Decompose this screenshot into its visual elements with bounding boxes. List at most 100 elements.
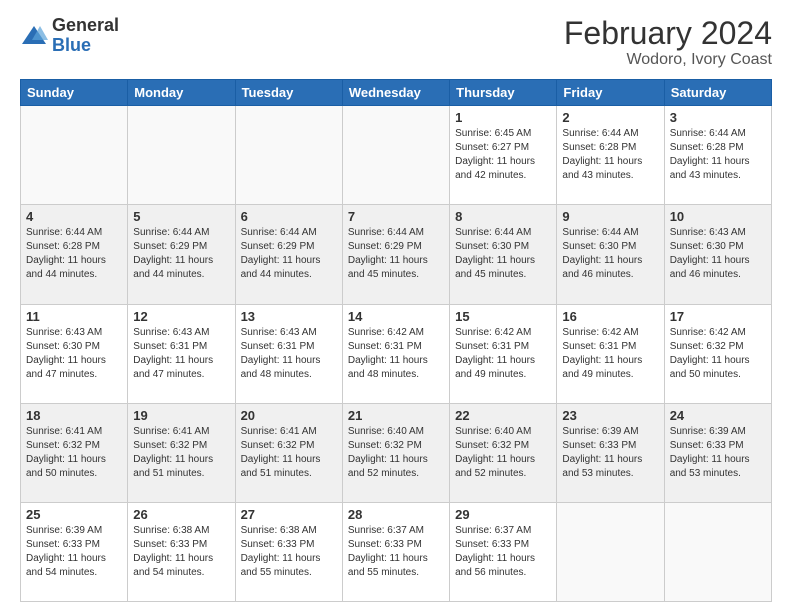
day-number: 25 (26, 507, 122, 522)
day-info: Sunrise: 6:43 AMSunset: 6:31 PMDaylight:… (133, 326, 229, 382)
day-header-tuesday: Tuesday (235, 80, 342, 106)
main-title: February 2024 (564, 16, 772, 51)
day-info: Sunrise: 6:44 AMSunset: 6:28 PMDaylight:… (670, 127, 766, 183)
day-header-monday: Monday (128, 80, 235, 106)
day-number: 26 (133, 507, 229, 522)
calendar-cell: 27 Sunrise: 6:38 AMSunset: 6:33 PMDayligh… (235, 502, 342, 601)
day-number: 20 (241, 408, 337, 423)
day-header-saturday: Saturday (664, 80, 771, 106)
day-header-wednesday: Wednesday (342, 80, 449, 106)
calendar-cell: 2Sunrise: 6:44 AMSunset: 6:28 PMDaylight… (557, 106, 664, 205)
day-number: 29 (455, 507, 551, 522)
day-number: 13 (241, 309, 337, 324)
calendar-cell: 28 Sunrise: 6:37 AMSunset: 6:33 PMDayligh… (342, 502, 449, 601)
day-info: Sunrise: 6:38 AMSunset: 6:33 PMDaylight:… (133, 524, 229, 580)
day-number: 15 (455, 309, 551, 324)
day-number: 1 (455, 110, 551, 125)
calendar-cell: 20Sunrise: 6:41 AMSunset: 6:32 PMDayligh… (235, 403, 342, 502)
day-info: Sunrise: 6:40 AMSunset: 6:32 PMDaylight:… (348, 425, 444, 481)
calendar-cell: 3 Sunrise: 6:44 AMSunset: 6:28 PMDaylight… (664, 106, 771, 205)
day-info: Sunrise: 6:42 AMSunset: 6:31 PMDaylight:… (348, 326, 444, 382)
day-info: Sunrise: 6:44 AMSunset: 6:30 PMDaylight:… (562, 226, 658, 282)
header: General Blue February 2024 Wodoro, Ivory… (20, 16, 772, 69)
day-number: 12 (133, 309, 229, 324)
calendar-week-row: 25 Sunrise: 6:39 AMSunset: 6:33 PMDayligh… (21, 502, 772, 601)
calendar-week-row: 4 Sunrise: 6:44 AMSunset: 6:28 PMDaylight… (21, 205, 772, 304)
day-info: Sunrise: 6:40 AMSunset: 6:32 PMDaylight:… (455, 425, 551, 481)
day-number: 14 (348, 309, 444, 324)
calendar-cell (235, 106, 342, 205)
day-info: Sunrise: 6:39 AMSunset: 6:33 PMDaylight:… (26, 524, 122, 580)
day-info: Sunrise: 6:43 AMSunset: 6:30 PMDaylight:… (26, 326, 122, 382)
day-number: 16 (562, 309, 658, 324)
calendar-cell: 1 Sunrise: 6:45 AMSunset: 6:27 PMDaylight… (450, 106, 557, 205)
calendar-cell: 13Sunrise: 6:43 AMSunset: 6:31 PMDayligh… (235, 304, 342, 403)
day-number: 17 (670, 309, 766, 324)
calendar-cell: 15Sunrise: 6:42 AMSunset: 6:31 PMDayligh… (450, 304, 557, 403)
subtitle: Wodoro, Ivory Coast (564, 51, 772, 69)
day-number: 22 (455, 408, 551, 423)
calendar-cell: 6 Sunrise: 6:44 AMSunset: 6:29 PMDaylight… (235, 205, 342, 304)
day-info: Sunrise: 6:44 AMSunset: 6:29 PMDaylight:… (133, 226, 229, 282)
day-number: 4 (26, 209, 122, 224)
day-info: Sunrise: 6:37 AMSunset: 6:33 PMDaylight:… (455, 524, 551, 580)
day-info: Sunrise: 6:44 AMSunset: 6:29 PMDaylight:… (348, 226, 444, 282)
day-number: 23 (562, 408, 658, 423)
page: General Blue February 2024 Wodoro, Ivory… (0, 0, 792, 612)
day-number: 11 (26, 309, 122, 324)
day-info: Sunrise: 6:42 AMSunset: 6:32 PMDaylight:… (670, 326, 766, 382)
day-header-sunday: Sunday (21, 80, 128, 106)
day-number: 21 (348, 408, 444, 423)
day-number: 28 (348, 507, 444, 522)
calendar-cell: 29 Sunrise: 6:37 AMSunset: 6:33 PMDayligh… (450, 502, 557, 601)
day-number: 10 (670, 209, 766, 224)
day-info: Sunrise: 6:39 AMSunset: 6:33 PMDaylight:… (562, 425, 658, 481)
day-header-thursday: Thursday (450, 80, 557, 106)
calendar-cell: 9 Sunrise: 6:44 AMSunset: 6:30 PMDaylight… (557, 205, 664, 304)
day-info: Sunrise: 6:44 AMSunset: 6:29 PMDaylight:… (241, 226, 337, 282)
day-info: Sunrise: 6:41 AMSunset: 6:32 PMDaylight:… (26, 425, 122, 481)
day-number: 9 (562, 209, 658, 224)
day-info: Sunrise: 6:37 AMSunset: 6:33 PMDaylight:… (348, 524, 444, 580)
calendar-cell: 18 Sunrise: 6:41 AMSunset: 6:32 PMDayligh… (21, 403, 128, 502)
calendar-week-row: 11 Sunrise: 6:43 AMSunset: 6:30 PMDayligh… (21, 304, 772, 403)
day-number: 19 (133, 408, 229, 423)
day-info: Sunrise: 6:45 AMSunset: 6:27 PMDaylight:… (455, 127, 551, 183)
day-info: Sunrise: 6:44 AMSunset: 6:28 PMDaylight:… (26, 226, 122, 282)
day-number: 24 (670, 408, 766, 423)
calendar-header-row: SundayMondayTuesdayWednesdayThursdayFrid… (21, 80, 772, 106)
day-info: Sunrise: 6:44 AMSunset: 6:30 PMDaylight:… (455, 226, 551, 282)
day-number: 2 (562, 110, 658, 125)
calendar-cell: 7 Sunrise: 6:44 AMSunset: 6:29 PMDaylight… (342, 205, 449, 304)
logo-text: General Blue (52, 16, 119, 56)
logo-blue: Blue (52, 36, 119, 56)
calendar-cell (342, 106, 449, 205)
day-number: 6 (241, 209, 337, 224)
logo-general: General (52, 16, 119, 36)
calendar-cell: 10 Sunrise: 6:43 AMSunset: 6:30 PMDayligh… (664, 205, 771, 304)
calendar-cell: 24 Sunrise: 6:39 AMSunset: 6:33 PMDayligh… (664, 403, 771, 502)
calendar-cell: 19 Sunrise: 6:41 AMSunset: 6:32 PMDayligh… (128, 403, 235, 502)
day-number: 8 (455, 209, 551, 224)
calendar-cell: 25 Sunrise: 6:39 AMSunset: 6:33 PMDayligh… (21, 502, 128, 601)
calendar-cell: 5Sunrise: 6:44 AMSunset: 6:29 PMDaylight… (128, 205, 235, 304)
day-number: 18 (26, 408, 122, 423)
calendar-cell: 22 Sunrise: 6:40 AMSunset: 6:32 PMDayligh… (450, 403, 557, 502)
day-number: 3 (670, 110, 766, 125)
calendar-cell: 16Sunrise: 6:42 AMSunset: 6:31 PMDayligh… (557, 304, 664, 403)
day-info: Sunrise: 6:38 AMSunset: 6:33 PMDaylight:… (241, 524, 337, 580)
calendar-cell (128, 106, 235, 205)
calendar-cell: 26 Sunrise: 6:38 AMSunset: 6:33 PMDayligh… (128, 502, 235, 601)
day-info: Sunrise: 6:39 AMSunset: 6:33 PMDaylight:… (670, 425, 766, 481)
day-info: Sunrise: 6:43 AMSunset: 6:30 PMDaylight:… (670, 226, 766, 282)
calendar-cell (664, 502, 771, 601)
day-info: Sunrise: 6:41 AMSunset: 6:32 PMDaylight:… (133, 425, 229, 481)
calendar-cell: 12 Sunrise: 6:43 AMSunset: 6:31 PMDayligh… (128, 304, 235, 403)
calendar-cell: 8 Sunrise: 6:44 AMSunset: 6:30 PMDaylight… (450, 205, 557, 304)
day-number: 7 (348, 209, 444, 224)
day-header-friday: Friday (557, 80, 664, 106)
calendar-cell: 23 Sunrise: 6:39 AMSunset: 6:33 PMDayligh… (557, 403, 664, 502)
calendar-cell (21, 106, 128, 205)
day-number: 27 (241, 507, 337, 522)
calendar-cell: 21 Sunrise: 6:40 AMSunset: 6:32 PMDayligh… (342, 403, 449, 502)
